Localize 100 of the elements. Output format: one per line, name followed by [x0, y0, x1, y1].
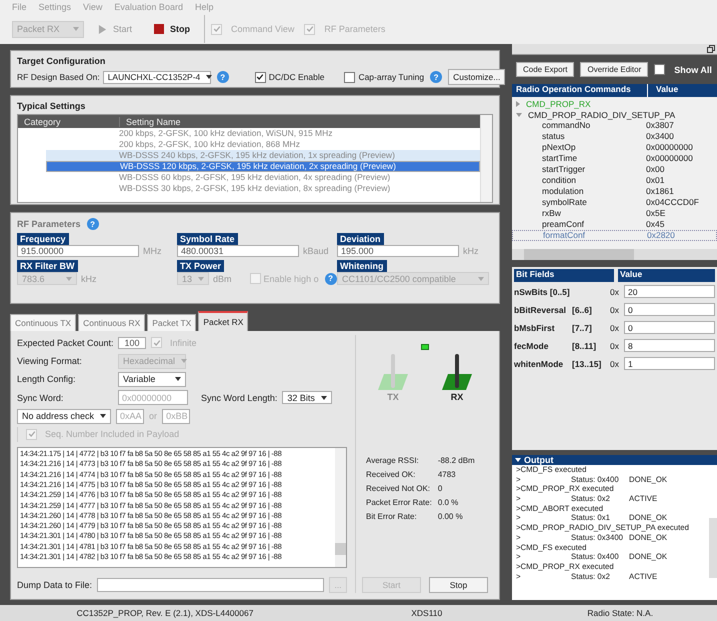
stop-button[interactable]: Stop	[429, 577, 488, 593]
bit-range: [13..15]	[572, 358, 602, 368]
help-icon[interactable]: ?	[216, 71, 229, 83]
stat-value: -88.2 dBm	[438, 456, 475, 465]
caret-icon	[175, 377, 181, 382]
override-editor-button[interactable]: Override Editor	[580, 62, 648, 77]
setting-row[interactable]: WB-DSSS 30 kbps, 2-GFSK, 195 kHz deviation, 8x spreading (Preview)	[18, 183, 480, 194]
separator-text: or	[149, 411, 158, 422]
status-text: XDS110	[410, 608, 444, 618]
dropdown[interactable]: 32 Bits	[282, 391, 332, 404]
field-label: Viewing Format:	[17, 356, 83, 366]
stat-value: 0.0 %	[438, 498, 460, 507]
input-field[interactable]: 100	[118, 336, 146, 349]
tab[interactable]: Packet RX	[198, 311, 248, 331]
input-field[interactable]: 1	[624, 357, 715, 370]
checkbox-label: Seq. Number Included in Payload	[45, 429, 180, 440]
stat-label: Bit Error Rate:	[366, 512, 418, 521]
input-field[interactable]	[97, 578, 324, 592]
column-header[interactable]: Setting Name	[120, 116, 181, 126]
parameter-row[interactable]: pNextOp 0x00000000	[512, 142, 717, 153]
column-header[interactable]: Category	[18, 116, 120, 126]
unit-label: MHz	[143, 246, 162, 256]
input-field[interactable]: 0	[624, 303, 715, 316]
stat-value: 0	[438, 484, 444, 493]
scrollbar[interactable]	[335, 448, 346, 567]
bit-range: [8..11]	[572, 340, 596, 350]
status-text: Radio State: N.A.	[586, 608, 654, 618]
help-icon[interactable]: ?	[430, 71, 442, 83]
checkbox[interactable]	[254, 72, 266, 82]
checkbox[interactable]	[26, 428, 37, 440]
caret-icon	[66, 276, 72, 280]
field-label: Whitening	[337, 260, 386, 272]
dropdown[interactable]: No address check	[17, 408, 112, 424]
bit-range: [6..6]	[572, 304, 592, 314]
hex-prefix: 0x	[610, 340, 620, 350]
input-field[interactable]: 915.00000	[17, 245, 139, 257]
stop-button[interactable]: Stop	[146, 24, 198, 34]
expander-icon[interactable]	[516, 112, 522, 116]
parameter-row[interactable]: modulation 0x1861	[512, 186, 717, 197]
field-label: Sync Word Length:	[201, 392, 278, 403]
hex-prefix: 0x	[610, 286, 620, 296]
bit-field-name: whitenMode	[514, 358, 564, 368]
stat-label: Received OK:	[366, 470, 416, 479]
checkbox[interactable]	[304, 24, 316, 34]
hex-prefix: 0x	[610, 322, 620, 332]
parameter-row[interactable]: commandNo 0x3807	[512, 120, 717, 131]
checkbox[interactable]	[654, 64, 666, 75]
bit-field-name: bBitReversal	[514, 304, 567, 314]
field-label: Sync Word:	[17, 392, 64, 403]
help-icon[interactable]: ?	[86, 218, 99, 230]
unit-label: dBm	[213, 274, 232, 284]
field-label: TX Power	[177, 260, 224, 272]
input-field[interactable]: 195.000	[337, 245, 459, 257]
column-header: Value	[618, 269, 715, 282]
input-field[interactable]: 480.00031	[177, 245, 299, 257]
input-field[interactable]: 0	[624, 321, 715, 334]
collapse-icon[interactable]	[515, 458, 521, 462]
section-title: Typical Settings	[17, 101, 86, 111]
field-label: RX Filter BW	[17, 260, 78, 272]
setting-row[interactable]: 200 kbps, 2-GFSK, 100 kHz deviation, 868 MHz	[18, 139, 480, 150]
parameter-row[interactable]: status 0x3400	[512, 131, 717, 142]
field-label: Symbol Rate	[177, 233, 238, 245]
customize-button[interactable]: Customize...	[448, 69, 506, 85]
section-title: RF Parameters	[17, 219, 81, 229]
window-icon[interactable]	[707, 45, 715, 53]
tab[interactable]: Continuous RX	[78, 314, 146, 331]
parameter-row[interactable]: condition 0x01	[512, 175, 717, 186]
input-field[interactable]: 20	[624, 285, 715, 298]
parameter-row[interactable]: formatConf 0x2820	[512, 230, 717, 241]
column-header[interactable]: Radio Operation Commands	[512, 84, 648, 97]
checkbox[interactable]	[211, 24, 222, 34]
dropdown[interactable]: Variable	[118, 372, 186, 387]
parameter-row[interactable]: symbolRate 0x04CCCD0F	[512, 197, 717, 208]
tab[interactable]: Packet TX	[147, 314, 196, 331]
field-label: Frequency	[17, 233, 69, 245]
stat-value: 4783	[438, 470, 457, 479]
expander-icon[interactable]	[516, 100, 520, 106]
parameter-row[interactable]: rxBw 0x5E	[512, 208, 717, 219]
caret-icon	[478, 276, 484, 280]
setting-row[interactable]: WB-DSSS 60 kbps, 2-GFSK, 195 kHz deviation, 4x spreading (Preview)	[18, 172, 480, 183]
parameter-row[interactable]: startTime 0x00000000	[512, 153, 717, 164]
code-export-button[interactable]: Code Export	[516, 62, 574, 77]
section-title: Target Configuration	[17, 56, 106, 66]
checkbox[interactable]	[344, 72, 356, 82]
setting-row[interactable]: 200 kbps, 2-GFSK, 100 kHz deviation, WiSUN, 915 MHz	[18, 128, 480, 139]
parameter-row[interactable]: startTrigger 0x00	[512, 164, 717, 175]
setting-row[interactable]: WB-DSSS 120 kbps, 2-GFSK, 195 kHz deviation, 2x spreading (Preview)	[46, 161, 480, 172]
design-dropdown[interactable]: LAUNCHXL-CC1352P-4	[102, 70, 211, 84]
column-header[interactable]: Value	[648, 84, 717, 97]
stop-icon	[154, 24, 164, 34]
command-name[interactable]: CMD_PROP_RADIO_DIV_SETUP_PA	[528, 110, 676, 120]
parameter-row[interactable]: preamConf 0x45	[512, 219, 717, 230]
stat-label: Received Not OK:	[366, 484, 432, 493]
bit-field-name: bMsbFirst	[514, 322, 556, 332]
scrollbar[interactable]	[512, 249, 717, 260]
scrollbar[interactable]	[480, 115, 492, 202]
input-field[interactable]: 8	[624, 339, 715, 352]
checkbox[interactable]	[151, 337, 162, 348]
field-label: Dump Data to File:	[17, 580, 92, 590]
tab[interactable]: Continuous TX	[10, 314, 76, 331]
